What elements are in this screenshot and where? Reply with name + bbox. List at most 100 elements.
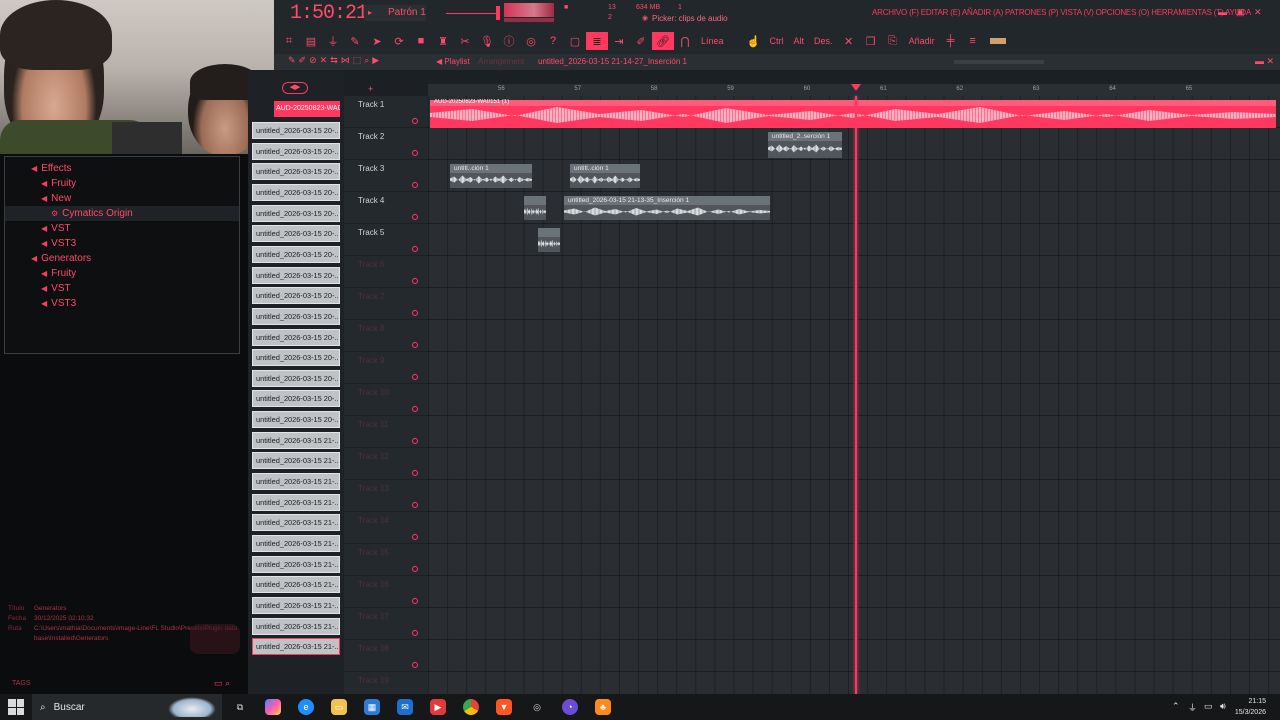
audio-clip[interactable]: untitl..ción 1 xyxy=(570,164,640,188)
playlist-icon[interactable]: ▢ xyxy=(564,32,586,50)
network-icon[interactable]: ▭ xyxy=(1204,701,1213,712)
clip-source-item[interactable]: untitled_2026-03-15 21-... xyxy=(252,452,340,470)
clip-source-item[interactable]: untitled_2026-03-15 21-... xyxy=(252,555,340,573)
mute-toggle[interactable] xyxy=(412,150,418,156)
mute-toggle[interactable] xyxy=(412,118,418,124)
clip-source-item[interactable]: untitled_2026-03-15 20-... xyxy=(252,266,340,284)
chevron-up-icon[interactable]: ⌃ xyxy=(1172,701,1180,712)
track-header[interactable]: Track 3 xyxy=(344,160,428,192)
clip-source-item[interactable]: untitled_2026-03-15 21-... xyxy=(252,617,340,635)
audio-clip[interactable]: AUD-20250823-WA0151 (1) xyxy=(430,99,1276,128)
clip-source-item[interactable]: untitled_2026-03-15 21-... xyxy=(252,473,340,491)
playlist-grid[interactable]: untitled_2026-03-15 21-13-35_Inserción 1… xyxy=(428,96,1280,694)
audio-clip[interactable] xyxy=(538,228,560,252)
forward-icon[interactable]: ⇥ xyxy=(608,32,630,50)
arrow-icon[interactable]: ➤ xyxy=(366,32,388,50)
windows-start-icon[interactable] xyxy=(8,699,24,715)
mute-toggle[interactable] xyxy=(412,182,418,188)
snap-icon[interactable]: ⌗ xyxy=(278,32,300,50)
zoom-icon[interactable]: ⌕ xyxy=(364,55,369,66)
list-icon[interactable]: ≡ xyxy=(962,32,984,50)
plugin-icon[interactable]: ◎ xyxy=(520,32,542,50)
mute-toggle[interactable] xyxy=(412,342,418,348)
edge-icon[interactable]: e xyxy=(298,699,314,715)
clip-source-item[interactable]: untitled_2026-03-15 20-... xyxy=(252,390,340,408)
song-position[interactable]: 1:50:21 xyxy=(290,2,368,25)
mute-toggle[interactable] xyxy=(412,374,418,380)
track-header[interactable]: Track 1 xyxy=(344,96,428,128)
clip-source-item[interactable]: untitled_2026-03-15 20-... xyxy=(252,307,340,325)
timeline-ruler[interactable]: 56 57 58 59 60 61 62 63 64 65 xyxy=(428,84,1280,96)
audio-clip[interactable]: untitled_2..serción 1 xyxy=(768,132,842,158)
clip-source-item[interactable]: untitled_2026-03-15 20-... xyxy=(252,328,340,346)
tree-item[interactable]: ◀ Effects xyxy=(31,161,72,176)
clip-source-item[interactable]: untitled_2026-03-15 20-... xyxy=(252,349,340,367)
usb-icon[interactable]: ⏚ xyxy=(1188,701,1197,714)
track-header[interactable]: Track 4 xyxy=(344,192,428,224)
app-red-icon[interactable]: ▶ xyxy=(430,699,446,715)
track-header[interactable]: Track 10 xyxy=(344,384,428,416)
paint-icon[interactable]: ✐ xyxy=(299,55,307,66)
magnet-icon[interactable]: ⋂ xyxy=(674,32,696,50)
select-icon[interactable]: ⬚ xyxy=(353,55,362,66)
brave-icon[interactable]: ▼ xyxy=(496,699,512,715)
discord-icon[interactable]: ◔ xyxy=(562,699,578,715)
mute-toggle[interactable] xyxy=(412,502,418,508)
tree-item[interactable]: ◀ Fruity xyxy=(41,266,76,281)
clip-source-toggle[interactable]: ◀▶ xyxy=(282,82,308,94)
mute-toggle[interactable] xyxy=(412,662,418,668)
clip-source-item[interactable]: untitled_2026-03-15 21-... xyxy=(252,638,340,656)
mute-toggle[interactable] xyxy=(412,566,418,572)
clip-source-item[interactable]: untitled_2026-03-15 20-... xyxy=(252,142,340,160)
edit-icon[interactable]: ✐ xyxy=(630,32,652,50)
track-header[interactable]: Track 8 xyxy=(344,320,428,352)
mute-toggle[interactable] xyxy=(412,438,418,444)
pattern-selector[interactable]: ▸ Patrón 1 xyxy=(364,5,426,21)
mute-toggle[interactable] xyxy=(412,470,418,476)
mixer-icon[interactable]: ⏚ xyxy=(322,32,344,50)
draw-icon[interactable]: ✎ xyxy=(288,55,296,66)
slip-icon[interactable]: ⇆ xyxy=(330,55,338,66)
track-header[interactable]: Track 15 xyxy=(344,544,428,576)
horizontal-scrollbar[interactable] xyxy=(954,60,1044,64)
tree-item[interactable]: ◀ New xyxy=(41,191,71,206)
cut-icon[interactable]: ✕ xyxy=(838,32,860,50)
mute-toggle[interactable] xyxy=(412,310,418,316)
mic-icon[interactable]: 🎙︎ xyxy=(476,32,498,50)
clip-source-item[interactable]: untitled_2026-03-15 20-... xyxy=(252,183,340,201)
clip-source-item[interactable]: untitled_2026-03-15 20-... xyxy=(252,369,340,387)
mute-toggle[interactable] xyxy=(412,534,418,540)
tree-item[interactable]: ◀ Fruity xyxy=(41,176,76,191)
mute-toggle[interactable] xyxy=(412,406,418,412)
track-header[interactable]: Track 2 xyxy=(344,128,428,160)
mute-toggle[interactable] xyxy=(412,246,418,252)
track-header[interactable]: Track 17 xyxy=(344,608,428,640)
task-view-icon[interactable]: ⧉ xyxy=(232,699,248,715)
mute-toggle[interactable] xyxy=(412,630,418,636)
master-pitch-slider[interactable] xyxy=(446,13,498,14)
store-icon[interactable]: ▦ xyxy=(364,699,380,715)
fl-studio-icon[interactable]: ♣ xyxy=(595,699,611,715)
clip-source-item[interactable]: untitled_2026-03-15 20-... xyxy=(252,225,340,243)
copilot-icon[interactable] xyxy=(265,699,281,715)
close-icon[interactable]: ✕ xyxy=(1254,7,1262,18)
brush-icon[interactable]: ✎ xyxy=(344,32,366,50)
song-position-marker[interactable] xyxy=(851,84,861,91)
stop-icon[interactable]: ■ xyxy=(410,32,432,50)
maximize-icon[interactable]: ▣ xyxy=(1236,7,1245,18)
ctrl-button[interactable]: Ctrl xyxy=(765,32,789,50)
track-header[interactable]: Track 7 xyxy=(344,288,428,320)
add-button[interactable]: Añadir xyxy=(904,32,940,50)
clip-source-item[interactable]: untitled_2026-03-15 21-... xyxy=(252,596,340,614)
tree-item[interactable]: ◀ VST3 xyxy=(41,236,76,251)
copy-icon[interactable]: ❐ xyxy=(860,32,882,50)
paste-icon[interactable]: ⎘ xyxy=(882,32,904,50)
track-header[interactable]: Track 16 xyxy=(344,576,428,608)
record-icon[interactable]: ■ xyxy=(564,4,568,11)
track-header[interactable]: Track 5 xyxy=(344,224,428,256)
track-header[interactable]: Track 9 xyxy=(344,352,428,384)
save-icon[interactable]: ▤ xyxy=(300,32,322,50)
tree-item[interactable]: ◀ VST3 xyxy=(41,296,76,311)
clip-source-item[interactable]: untitled_2026-03-15 21-... xyxy=(252,576,340,594)
delete-icon[interactable]: ⊘ xyxy=(309,55,317,66)
